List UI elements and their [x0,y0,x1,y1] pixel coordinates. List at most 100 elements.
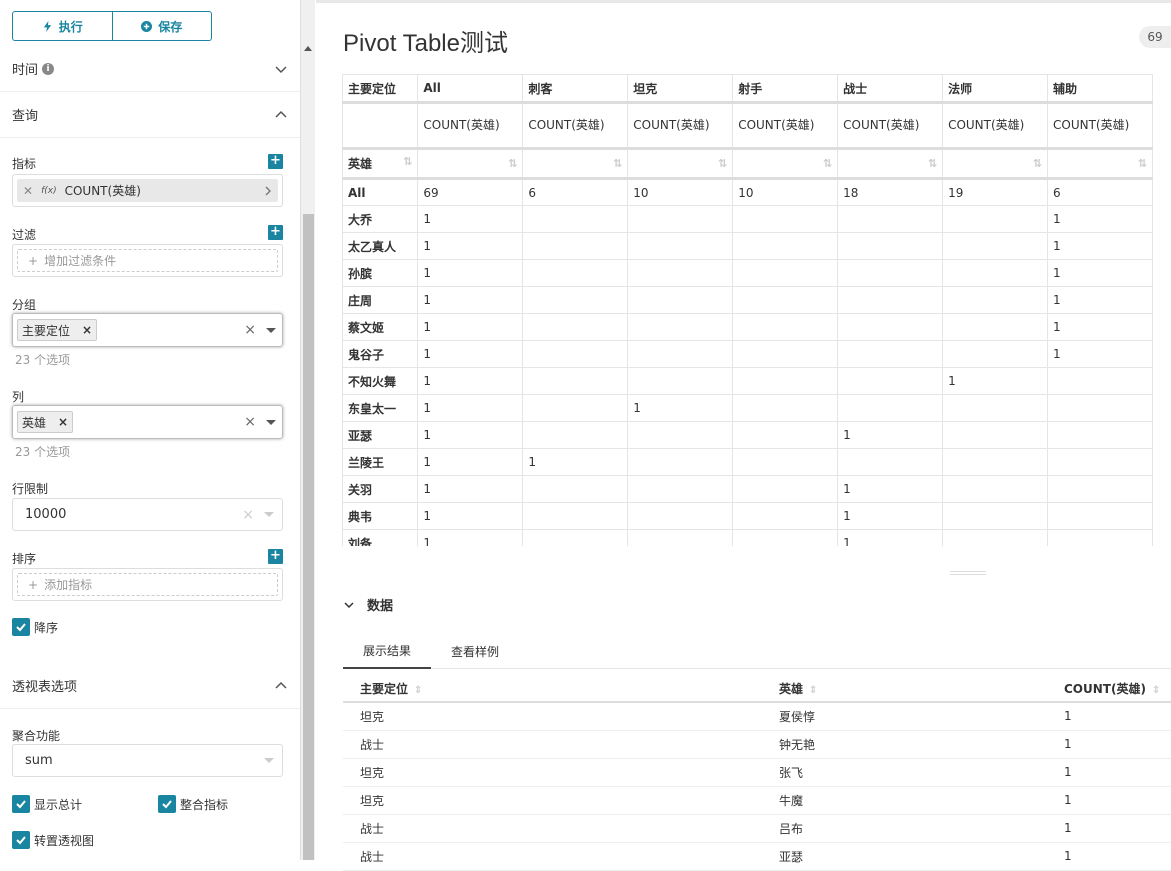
agg-select[interactable]: sum [12,744,283,777]
sort-field[interactable]: + 添加指标 [12,568,283,601]
chevron-up-icon[interactable] [274,679,288,693]
section-pivot-options-label: 透视表选项 [12,680,78,695]
pivot-sort-cell[interactable]: ⇅ [522,147,629,180]
pivot-cell [1047,529,1153,546]
pivot-cell: 6 [1047,178,1153,206]
remove-tag-icon[interactable]: × [58,415,68,429]
table-cell: 夏侯惇 [762,702,1047,731]
resize-handle[interactable] [950,571,986,575]
metrics-field[interactable]: ✕ f(x) COUNT(英雄) [12,174,283,207]
pivot-cell [1047,448,1153,476]
show-totals-checkbox[interactable]: 显示总计 [12,795,82,813]
sort-icon[interactable]: ⇕ [1152,685,1160,696]
plus-icon: + [28,577,39,592]
pivot-cell [942,259,1049,287]
clear-icon[interactable]: × [244,322,256,338]
tab-samples[interactable]: 查看样例 [431,633,519,669]
section-query[interactable]: 查询 [0,92,300,138]
pivot-cell [942,313,1049,341]
results-col-header[interactable]: 英雄 ⇕ [762,675,1047,703]
remove-metric-icon[interactable]: ✕ [23,184,33,198]
chevron-down-icon[interactable] [343,599,355,611]
columns-tag-label: 英雄 [22,415,47,430]
pivot-cell [942,448,1049,476]
sort-icon[interactable]: ⇅ [823,157,832,170]
sort-icon[interactable]: ⇅ [718,157,727,170]
sort-icon[interactable]: ⇕ [414,685,422,696]
info-icon[interactable]: i [42,62,55,75]
chevron-right-icon[interactable] [264,186,272,196]
caret-down-icon[interactable] [264,512,274,517]
pivot-sort-cell[interactable]: ⇅ [732,147,839,180]
pivot-cell: 1 [837,529,944,546]
run-button[interactable]: 执行 [13,12,112,40]
table-row: 战士 钟无艳 1 [343,730,1171,759]
row-limit-select[interactable]: 10000 × [12,498,283,531]
scroll-up-icon[interactable] [304,46,312,51]
pivot-sort-cell[interactable]: ⇅ [837,147,944,180]
checkbox-checked-icon[interactable] [12,618,30,636]
chart-area: Pivot Table测试 69 主要定位 All 刺客 坦克 射手 战士 法师… [316,0,1171,871]
caret-down-icon[interactable] [266,419,276,425]
sort-icon[interactable]: ⇅ [613,157,622,170]
save-button[interactable]: 保存 [111,12,212,40]
add-metric-icon[interactable]: + [268,154,283,169]
add-sort-icon[interactable]: + [268,549,283,564]
pivot-table-container[interactable]: 主要定位 All 刺客 坦克 射手 战士 法师 辅助 COUNT(英雄) COU… [342,74,1153,546]
pivot-sort-cell[interactable]: ⇅ [1047,147,1153,180]
chevron-down-icon[interactable] [274,62,288,76]
sort-icon[interactable]: ⇅ [1033,157,1042,170]
descending-checkbox[interactable]: 降序 [12,618,58,636]
results-header-row: 主要定位 ⇕ 英雄 ⇕ COUNT(英雄) ⇕ [343,675,1171,703]
section-time[interactable]: 时间 i [0,46,300,92]
columns-tag: 英雄 × [17,411,74,433]
pivot-cell [1047,421,1153,449]
results-col-header[interactable]: 主要定位 ⇕ [343,675,762,703]
chevron-up-icon[interactable] [274,108,288,122]
pivot-cell [627,232,734,260]
sort-icon[interactable]: ⇅ [1138,157,1147,170]
sort-icon[interactable]: ⇅ [928,157,937,170]
scrollbar-thumb[interactable] [303,214,314,860]
pivot-cell [1047,502,1153,530]
combine-metrics-checkbox[interactable]: 整合指标 [158,795,228,813]
pivot-cell: 1 [417,394,524,422]
caret-down-icon[interactable] [266,327,276,333]
metric-pill[interactable]: ✕ f(x) COUNT(英雄) [17,179,278,202]
checkbox-checked-icon[interactable] [12,831,30,849]
transpose-label: 转置透视图 [34,833,95,848]
panel-scrollbar[interactable] [300,0,315,860]
add-filter-icon[interactable]: + [268,225,283,240]
data-section-header[interactable]: 数据 [343,595,393,614]
clear-icon[interactable]: × [244,414,256,430]
pivot-cell [837,367,944,395]
columns-select[interactable]: 英雄 × × [12,405,283,439]
pivot-cell: 1 [417,448,524,476]
section-pivot-options[interactable]: 透视表选项 [0,663,300,709]
pivot-sort-cell[interactable]: ⇅ [942,147,1049,180]
tab-results[interactable]: 展示结果 [343,633,432,669]
groupby-tag-label: 主要定位 [22,323,71,338]
filter-field[interactable]: + 增加过滤条件 [12,244,283,277]
pivot-cell: 1 [417,340,524,368]
sort-icon[interactable]: ⇅ [508,157,517,170]
sort-icon[interactable]: ⇅ [403,155,412,168]
checkbox-checked-icon[interactable] [12,795,30,813]
table-cell: 1 [1047,842,1171,871]
pivot-row-dim-header[interactable]: 英雄 ⇅ [342,147,419,180]
pivot-cell [942,232,1049,260]
remove-tag-icon[interactable]: × [82,323,92,337]
checkbox-checked-icon[interactable] [158,795,176,813]
transpose-checkbox[interactable]: 转置透视图 [12,831,94,849]
pivot-cell [837,313,944,341]
pivot-cell: 1 [1047,340,1153,368]
pivot-sort-cell[interactable]: ⇅ [627,147,734,180]
pivot-sort-cell[interactable]: ⇅ [417,147,524,180]
sort-icon[interactable]: ⇕ [809,685,817,696]
caret-down-icon[interactable] [264,758,274,763]
results-col-header[interactable]: COUNT(英雄) ⇕ [1047,675,1171,703]
groupby-select[interactable]: 主要定位 × × [12,313,283,347]
sort-placeholder: 添加指标 [44,578,93,592]
pivot-row: 关羽 1 1 [342,475,1153,503]
clear-icon[interactable]: × [242,507,254,523]
